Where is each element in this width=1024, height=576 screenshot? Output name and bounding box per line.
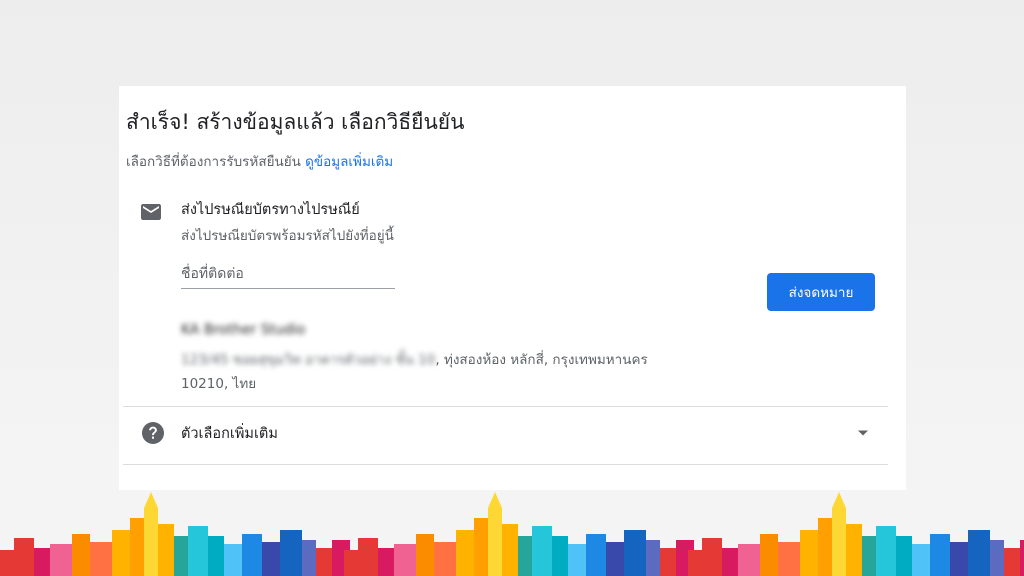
chevron-down-icon[interactable] [857, 427, 869, 439]
mail-icon [141, 204, 161, 220]
learn-more-link[interactable]: ดูข้อมูลเพิ่มเติม [305, 154, 393, 170]
help-icon [142, 422, 164, 444]
send-mail-button[interactable]: ส่งจดหมาย [767, 273, 875, 311]
verification-card: สำเร็จ! สร้างข้อมูลแล้ว เลือกวิธียืนยัน … [119, 86, 906, 490]
address-district: , ทุ่งสองห้อง หลักสี่, กรุงเทพมหานคร [435, 352, 648, 368]
city-skyline-illustration [0, 492, 1024, 576]
page-subtitle: เลือกวิธีที่ต้องการรับรหัสยืนยัน ดูข้อมู… [126, 150, 393, 172]
divider [123, 464, 888, 465]
subtitle-text: เลือกวิธีที่ต้องการรับรหัสยืนยัน [126, 154, 301, 170]
address-line-1: 123/45 ซอยสุขุมวิท อาคารตัวอย่าง ชั้น 10… [181, 348, 648, 370]
contact-name-input[interactable] [181, 260, 395, 289]
more-options-label: ตัวเลือกเพิ่มเติม [181, 426, 278, 442]
business-name: KA Brother Studio [181, 322, 306, 338]
address-line-2: 10210, ไทย [181, 376, 257, 392]
page-title: สำเร็จ! สร้างข้อมูลแล้ว เลือกวิธียืนยัน [126, 110, 465, 134]
postcard-option-description: ส่งไปรษณียบัตรพร้อมรหัสไปยังที่อยู่นี้ [181, 228, 394, 244]
postcard-option-title: ส่งไปรษณียบัตรทางไปรษณีย์ [181, 202, 360, 218]
more-options-row[interactable]: ตัวเลือกเพิ่มเติม [123, 407, 888, 464]
address-street-blurred: 123/45 ซอยสุขุมวิท อาคารตัวอย่าง ชั้น 10 [181, 352, 436, 368]
